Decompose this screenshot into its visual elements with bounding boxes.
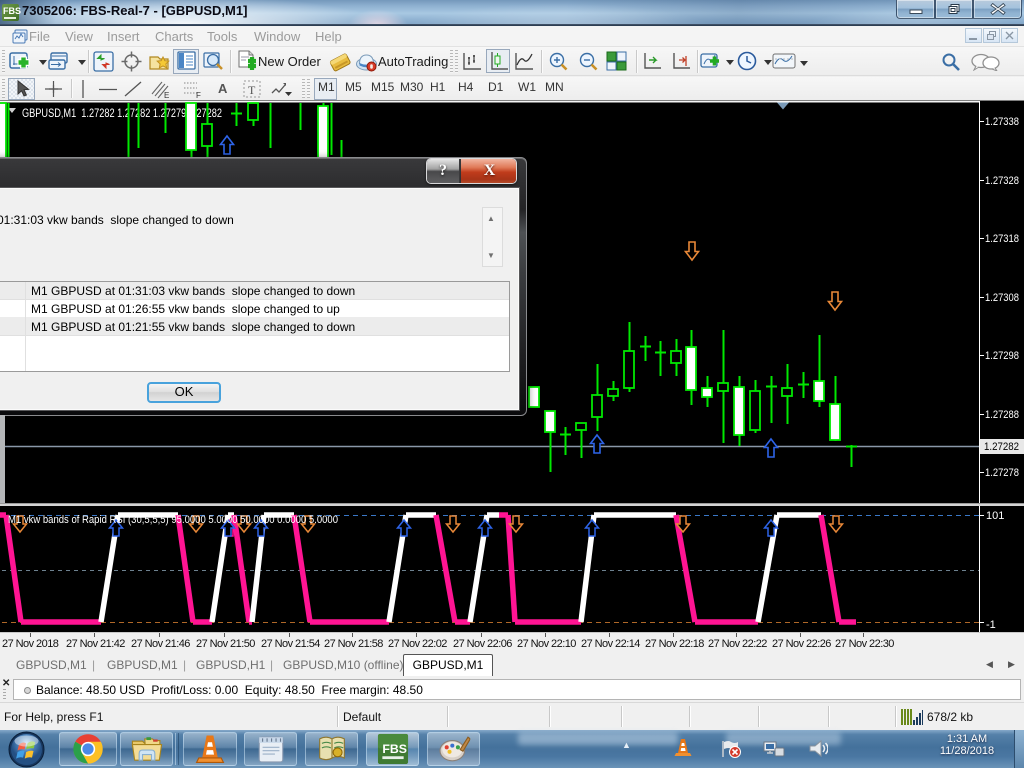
svg-text:T: T: [248, 83, 256, 97]
svg-text:1.27288: 1.27288: [985, 409, 1019, 421]
svg-text:F: F: [196, 91, 201, 99]
svg-text:-1: -1: [986, 619, 996, 631]
svg-text:M1 vkw bands of Rapid RSI (30,: M1 vkw bands of Rapid RSI (30,5,5,5) 95.…: [8, 514, 338, 526]
svg-text:1.27328: 1.27328: [985, 175, 1019, 187]
svg-text:FBS: FBS: [382, 742, 407, 756]
svg-text:1.27298: 1.27298: [985, 350, 1019, 362]
svg-text:E: E: [164, 91, 169, 99]
svg-text:1.27318: 1.27318: [985, 233, 1019, 245]
svg-text:1.27308: 1.27308: [985, 292, 1019, 304]
svg-text:1.27282: 1.27282: [984, 441, 1019, 453]
svg-text:1.27278: 1.27278: [985, 467, 1019, 479]
svg-text:1.27338: 1.27338: [985, 116, 1019, 128]
svg-text:101: 101: [986, 510, 1004, 522]
